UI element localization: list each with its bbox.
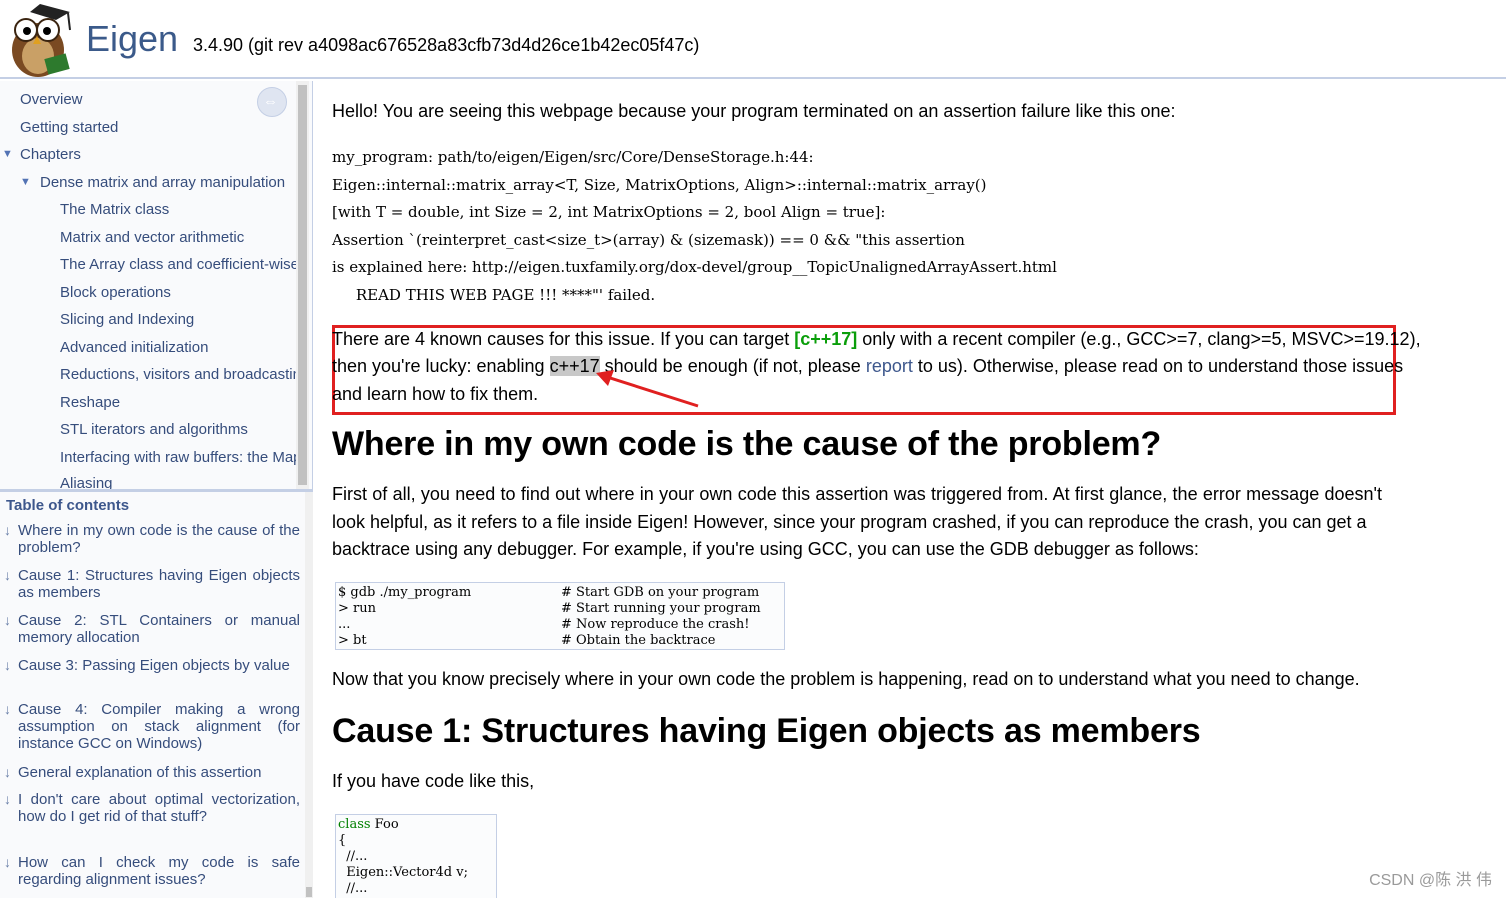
assert-line: READ THIS WEB PAGE !!! ****"' failed. <box>332 286 656 304</box>
assert-line: is explained here: http://eigen.tuxfamil… <box>332 258 1057 276</box>
where-line-3: backtrace using any debugger. For exampl… <box>332 539 1199 559</box>
toc-entry-cause4[interactable]: ↓ Cause 4: Compiler making a wrong assump… <box>0 701 300 752</box>
sidebar: Overview Getting started ▼ Chapters ▼ De… <box>0 81 313 898</box>
nav-item-dense-matrix[interactable]: Dense matrix and array manipulation <box>40 172 285 194</box>
heading-where: Where in my own code is the cause of the… <box>332 425 1162 463</box>
sync-toggle-button[interactable]: ⇔ <box>257 87 287 117</box>
code-line: { <box>338 833 347 848</box>
now-paragraph: Now that you know precisely where in you… <box>332 669 1360 689</box>
assert-line: Eigen::internal::matrix_array<T, Size, M… <box>332 176 987 194</box>
down-arrow-icon: ↓ <box>4 567 11 583</box>
report-link[interactable]: report <box>866 356 913 376</box>
code-line: Eigen::Vector4d v; <box>338 865 468 880</box>
toc-entry-cause2[interactable]: ↓ Cause 2: STL Containers or manual memor… <box>0 612 300 646</box>
assert-line: [with T = double, int Size = 2, int Matr… <box>332 203 886 221</box>
down-arrow-icon: ↓ <box>4 854 11 870</box>
red-arrow-annotation <box>596 370 699 408</box>
code-comment: # Start running your program <box>561 601 761 616</box>
toc-entry-general[interactable]: ↓ General explanation of this assertion <box>0 764 300 781</box>
down-arrow-icon: ↓ <box>4 791 11 807</box>
project-name[interactable]: Eigen <box>86 18 178 60</box>
nav-item-raw-buffers[interactable]: Interfacing with raw buffers: the Map cl… <box>60 447 296 469</box>
toc-scrollbar[interactable] <box>305 492 313 898</box>
code-comment: # Now reproduce the crash! <box>561 617 750 632</box>
code-line: > bt <box>338 633 367 648</box>
nav-item-overview[interactable]: Overview <box>20 89 83 111</box>
code-line: > run <box>338 601 376 616</box>
code-like-paragraph: If you have code like this, <box>332 771 535 791</box>
nav-scrollbar-thumb[interactable] <box>298 85 307 485</box>
intro-paragraph: Hello! You are seeing this webpage becau… <box>332 101 1176 121</box>
nav-tree: Overview Getting started ▼ Chapters ▼ De… <box>0 81 296 489</box>
causes-line-1: There are 4 known causes for this issue.… <box>332 329 1421 349</box>
watermark: CSDN @陈 洪 伟 <box>1369 872 1492 889</box>
nav-item-matrix-vector-arithmetic[interactable]: Matrix and vector arithmetic <box>60 227 244 249</box>
nav-item-reductions[interactable]: Reductions, visitors and broadcasting <box>60 364 296 386</box>
class-code-block: class Foo { //... Eigen::Vector4d v; //.… <box>335 814 497 898</box>
nav-item-array-class[interactable]: The Array class and coefficient-wise ope… <box>60 254 296 276</box>
nav-scrollbar[interactable] <box>296 81 309 489</box>
code-comment: # Obtain the backtrace <box>561 633 716 648</box>
sync-arrows-icon: ⇔ <box>263 93 278 110</box>
nav-item-reshape[interactable]: Reshape <box>60 392 120 414</box>
nav-item-slicing-indexing[interactable]: Slicing and Indexing <box>60 309 194 331</box>
nav-item-advanced-init[interactable]: Advanced initialization <box>60 337 208 359</box>
cpp17-tag: [c++17] <box>794 329 858 349</box>
assert-line: Assertion `(reinterpret_cast<size_t>(arr… <box>332 231 965 249</box>
code-line: class Foo <box>338 817 399 832</box>
where-line-1: First of all, you need to find out where… <box>332 484 1382 504</box>
main-content: Hello! You are seeing this webpage becau… <box>314 81 1506 898</box>
heading-cause1: Cause 1: Structures having Eigen objects… <box>332 712 1201 750</box>
causes-line-3: and learn how to fix them. <box>332 384 539 404</box>
causes-line-2: then you're lucky: enabling c++17 should… <box>332 356 1404 376</box>
nav-item-block-operations[interactable]: Block operations <box>60 282 171 304</box>
code-comment: # Start GDB on your program <box>561 585 760 600</box>
code-line: ... <box>338 617 351 632</box>
gdb-code-block: $ gdb ./my_program # Start GDB on your p… <box>335 582 785 650</box>
nav-item-aliasing[interactable]: Aliasing <box>60 473 113 489</box>
code-line: //... <box>338 849 368 864</box>
down-arrow-icon: ↓ <box>4 657 11 673</box>
nav-item-getting-started[interactable]: Getting started <box>20 117 118 139</box>
down-arrow-icon: ↓ <box>4 764 11 780</box>
toc-entry-dont-care[interactable]: ↓ I don't care about optimal vectorizatio… <box>0 791 300 825</box>
assert-line: my_program: path/to/eigen/Eigen/src/Core… <box>332 148 814 166</box>
code-line: //... <box>338 881 368 896</box>
down-arrow-icon: ↓ <box>4 612 11 628</box>
expand-arrow-icon[interactable]: ▼ <box>20 176 31 188</box>
project-version: 3.4.90 (git rev a4098ac676528a83cfb73d4d… <box>193 35 700 55</box>
toc-entry-check-safe[interactable]: ↓ How can I check my code is safe regardi… <box>0 854 300 888</box>
toc-scrollbar-thumb[interactable] <box>306 887 312 897</box>
toc-entry-where[interactable]: ↓ Where in my own code is the cause of th… <box>0 522 300 556</box>
expand-arrow-icon[interactable]: ▼ <box>2 148 13 160</box>
nav-item-chapters[interactable]: Chapters <box>20 144 81 166</box>
toc-entry-cause1[interactable]: ↓ Cause 1: Structures having Eigen object… <box>0 567 300 601</box>
table-of-contents: Table of contents ↓ Where in my own code … <box>0 492 313 898</box>
toc-entry-cause3[interactable]: ↓ Cause 3: Passing Eigen objects by value <box>0 657 300 674</box>
eigen-owl-logo <box>12 4 71 77</box>
header: Eigen 3.4.90 (git rev a4098ac676528a83cf… <box>0 0 1506 79</box>
nav-item-matrix-class[interactable]: The Matrix class <box>60 199 169 221</box>
where-line-2: look helpful, as it refers to a file ins… <box>332 512 1367 532</box>
toc-title: Table of contents <box>6 497 130 514</box>
code-line: $ gdb ./my_program <box>338 585 472 600</box>
nav-item-stl-iterators[interactable]: STL iterators and algorithms <box>60 419 248 441</box>
down-arrow-icon: ↓ <box>4 701 11 717</box>
down-arrow-icon: ↓ <box>4 522 11 538</box>
